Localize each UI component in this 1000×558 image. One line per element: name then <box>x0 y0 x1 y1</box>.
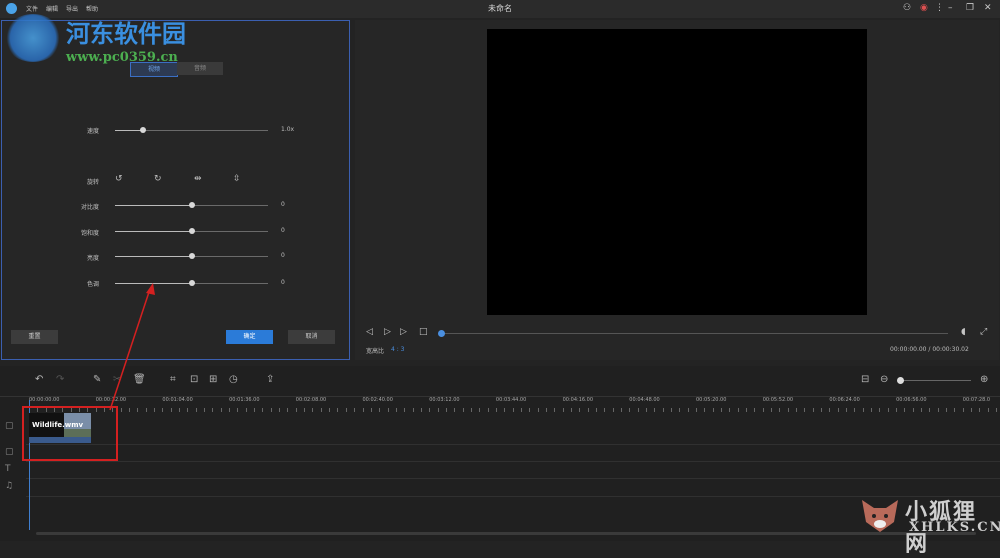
annotation-arrow <box>109 283 155 411</box>
fox-logo-icon <box>858 494 902 534</box>
watermark-site-url: www.pc0359.cn <box>66 50 178 65</box>
watermark-bottom-url: XHLKS.CN <box>909 520 1000 535</box>
watermark-logo-icon <box>4 14 62 62</box>
watermark-site-name: 河东软件园 <box>66 19 186 48</box>
